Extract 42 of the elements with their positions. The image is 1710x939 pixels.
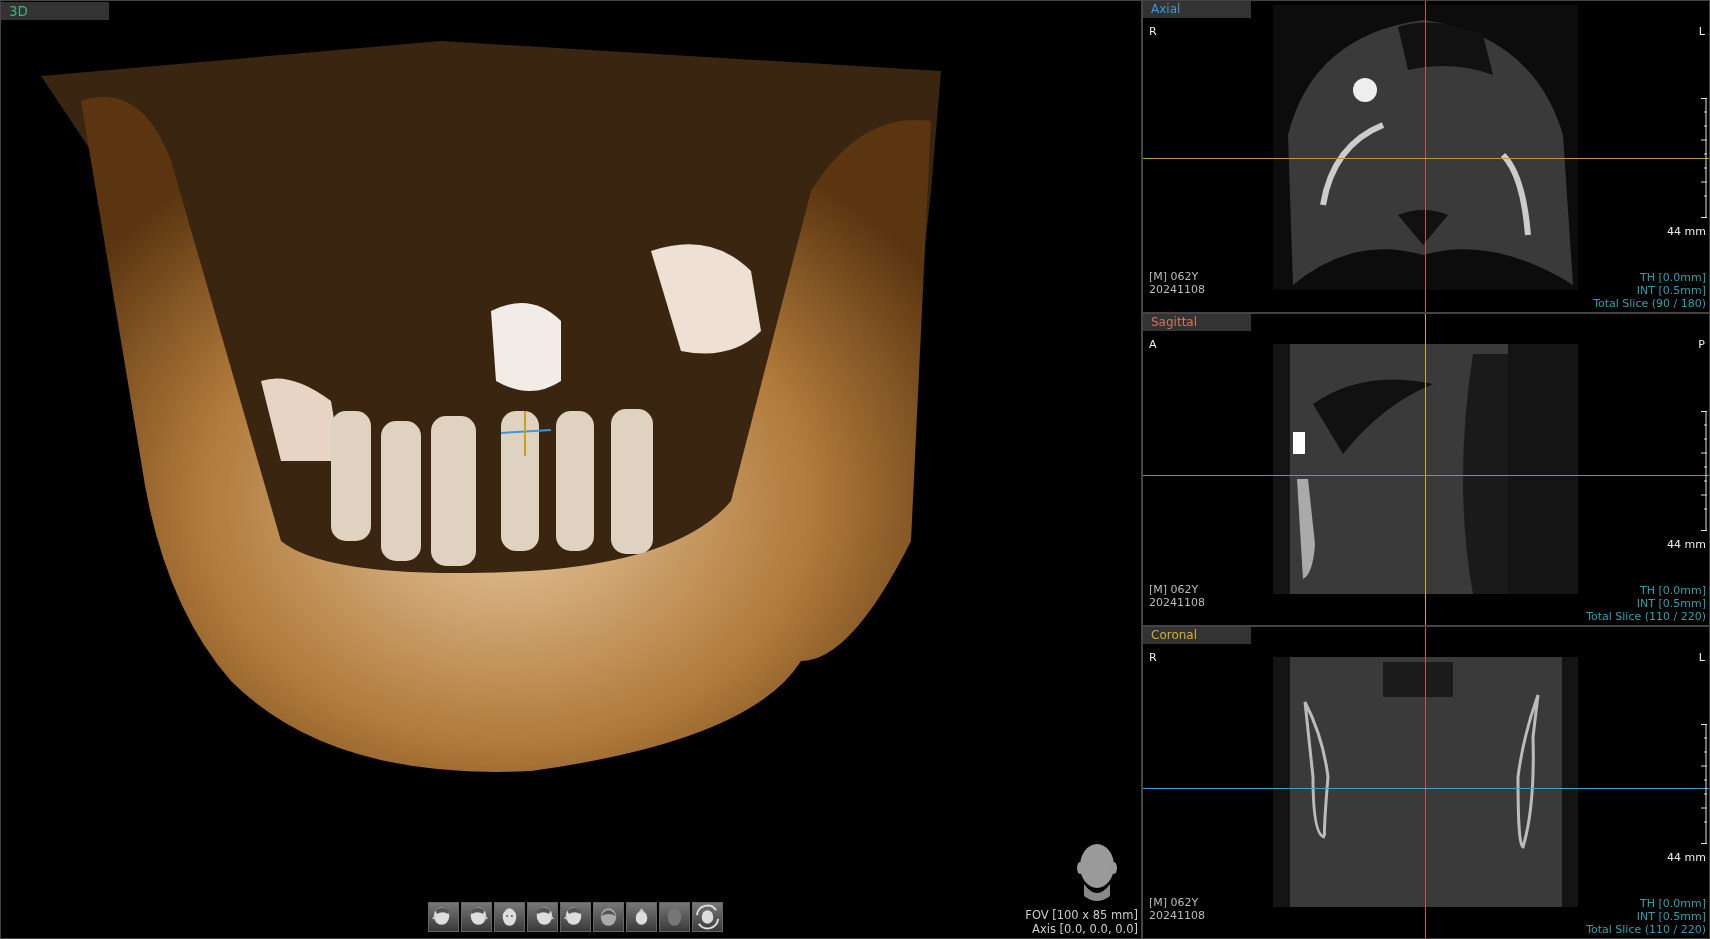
interval-text: INT [0.5mm] [1636,284,1706,297]
date-text: 20241108 [1149,909,1205,922]
interval-text: INT [0.5mm] [1636,910,1706,923]
slice-count-text: Total Slice (110 / 220) [1586,610,1706,623]
patient-text: [M] 062Y [1149,583,1200,596]
orientation-label: L [1698,25,1705,38]
thickness-text: TH [0.0mm] [1640,271,1706,284]
view-title[interactable]: Coronal [1143,627,1251,644]
view-button[interactable] [527,902,558,932]
view-button[interactable] [626,902,657,932]
fov-text: FOV [100 x 85 mm] [1025,908,1138,922]
scale-ruler-icon [1701,411,1707,531]
interval-text: INT [0.5mm] [1636,597,1706,610]
view-head-icon [693,902,722,932]
date-text: 20241108 [1149,596,1205,609]
view-button[interactable] [494,902,525,932]
orientation-label: A [1149,338,1157,351]
thickness-text: TH [0.0mm] [1640,897,1706,910]
view-title[interactable]: 3D [1,2,109,20]
view-title[interactable]: Axial [1143,1,1251,18]
view-button[interactable] [461,902,492,932]
scale-ruler-icon [1701,98,1707,218]
orientation-label: R [1149,25,1157,38]
view-button[interactable] [560,902,591,932]
patient-text: [M] 062Y [1149,896,1200,909]
orientation-label: P [1698,338,1705,351]
thickness-text: TH [0.0mm] [1640,584,1706,597]
orientation-label: L [1698,651,1705,664]
slice-count-text: Total Slice (90 / 180) [1593,297,1706,310]
scale-label: 44 mm [1667,538,1706,551]
view-button[interactable] [593,902,624,932]
scale-ruler-icon [1701,724,1707,844]
patient-text: [M] 062Y [1149,270,1200,283]
view-button[interactable] [692,902,723,932]
view-button[interactable] [428,902,459,932]
scale-label: 44 mm [1667,225,1706,238]
orientation-label: R [1149,651,1157,664]
slice-count-text: Total Slice (110 / 220) [1586,923,1706,936]
view-title[interactable]: Sagittal [1143,314,1251,331]
date-text: 20241108 [1149,283,1205,296]
scale-label: 44 mm [1667,851,1706,864]
axis-text: Axis [0.0, 0.0, 0.0] [1032,922,1138,936]
